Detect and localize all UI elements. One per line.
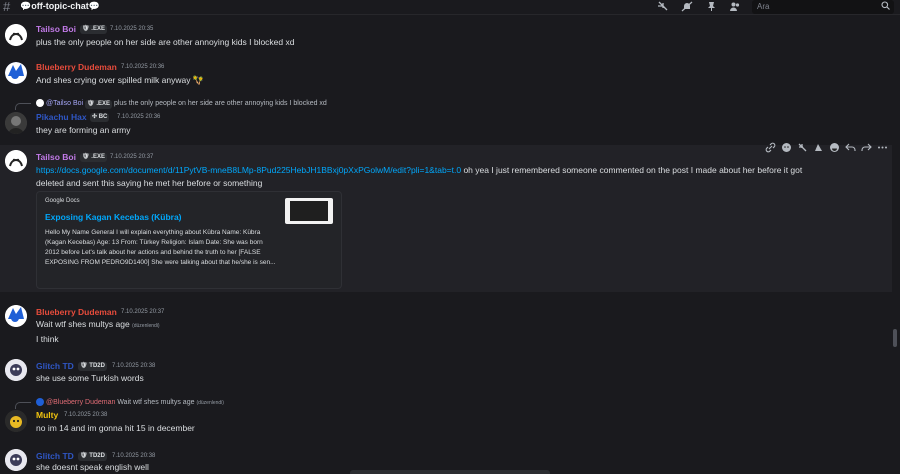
role-badge: 🛡 .EXE: [80, 25, 107, 34]
react-icon-3[interactable]: [813, 142, 824, 156]
add-reaction-icon[interactable]: [829, 142, 840, 156]
mute-bell-icon[interactable]: [680, 1, 694, 13]
message-text-after-link: oh yea I just remembered someone comment…: [461, 165, 803, 175]
google-docs-link[interactable]: https://docs.google.com/document/d/11Pyt…: [36, 165, 461, 175]
username[interactable]: Tailso Boi: [36, 152, 76, 162]
embed-thumbnail[interactable]: [285, 198, 333, 224]
search-input[interactable]: Ara: [752, 0, 894, 14]
avatar[interactable]: [5, 24, 27, 46]
avatar[interactable]: [5, 305, 27, 327]
timestamp: 7.10.2025 20:38: [112, 453, 156, 459]
username[interactable]: Blueberry Dudeman: [36, 307, 117, 317]
timestamp: 7.10.2025 20:38: [112, 363, 156, 369]
link-embed[interactable]: Google Docs Exposing Kagan Kecebas (Kübr…: [36, 191, 342, 289]
embed-thumbnail-inner: [290, 201, 328, 221]
message-text: she doesnt speak english well: [36, 462, 149, 472]
more-icon[interactable]: [877, 142, 888, 156]
reply-avatar: [36, 398, 44, 406]
reply-username: @Blueberry Dudeman: [46, 398, 116, 406]
reply-username: @Tailso Boi: [46, 99, 84, 107]
message-action-toolbar: [762, 140, 890, 158]
reply-text: plus the only people on her side are oth…: [113, 99, 327, 107]
edited-tag: (düzenlendi): [132, 323, 160, 329]
channel-header: # 💬off-topic-chat💬 Ara: [0, 0, 900, 14]
role-badge: 🛡 TD2D: [78, 362, 107, 371]
timestamp: 7.10.2025 20:38: [64, 412, 108, 418]
timestamp: 7.10.2025 20:37: [110, 154, 154, 160]
hash-icon: #: [3, 0, 11, 14]
message-text: Wait wtf shes multys age: [36, 319, 130, 329]
composer-edge: [350, 470, 550, 474]
copy-link-icon[interactable]: [765, 142, 776, 156]
timestamp: 7.10.2025 20:36: [121, 64, 165, 70]
message-item: Tailso Boi 🛡 .EXE 7.10.2025 20:35 plus t…: [0, 22, 892, 52]
embed-title[interactable]: Exposing Kagan Kecebas (Kübra): [45, 212, 182, 222]
message-text-line1: Wait wtf shes multys age (düzenlendi): [36, 319, 160, 329]
scrollbar-thumb[interactable]: [893, 329, 897, 347]
search-placeholder: Ara: [757, 2, 770, 11]
channel-name: 💬off-topic-chat💬: [20, 1, 100, 11]
message-item: @Blueberry Dudeman Wait wtf shes multys …: [0, 397, 892, 439]
message-text: plus the only people on her side are oth…: [36, 37, 295, 47]
embed-description: Hello My Name General I will explain eve…: [45, 229, 276, 266]
avatar[interactable]: [5, 410, 27, 432]
message-text: And shes crying over spilled milk anyway…: [36, 75, 204, 85]
avatar[interactable]: [5, 449, 27, 471]
username[interactable]: Glitch TD: [36, 451, 74, 461]
timestamp: 7.10.2025 20:37: [121, 309, 165, 315]
role-badge: 🛡 .EXE: [80, 153, 107, 162]
header-toolbar: [656, 1, 742, 13]
message-text-line1: https://docs.google.com/document/d/11Pyt…: [36, 165, 802, 175]
role-badge: ✣ BC: [90, 113, 110, 122]
avatar[interactable]: [5, 112, 27, 134]
username[interactable]: Blueberry Dudeman: [36, 62, 117, 72]
reply-preview[interactable]: @Blueberry Dudeman Wait wtf shes multys …: [36, 398, 224, 406]
avatar[interactable]: [5, 150, 27, 172]
role-badge: 🛡 TD2D: [78, 452, 107, 461]
reply-icon[interactable]: [844, 142, 856, 156]
forward-icon[interactable]: [860, 142, 872, 156]
message-text-line2: deleted and sent this saying he met her …: [36, 178, 263, 188]
username[interactable]: Pikachu Hax: [36, 112, 87, 122]
message-item: Blueberry Dudeman 7.10.2025 20:36 And sh…: [0, 60, 892, 90]
reply-edited-tag: (düzenlendi): [196, 399, 224, 406]
react-icon-2[interactable]: [797, 142, 808, 156]
reply-avatar: [36, 99, 44, 107]
search-icon: [881, 0, 890, 14]
reply-preview[interactable]: @Tailso Boi 🛡 .EXE plus the only people …: [36, 99, 327, 109]
members-icon[interactable]: [728, 1, 742, 13]
message-item: Blueberry Dudeman 7.10.2025 20:37 Wait w…: [0, 305, 892, 347]
embed-provider: Google Docs: [45, 198, 80, 204]
react-icon-1[interactable]: [781, 142, 792, 156]
reply-connector: [15, 103, 31, 110]
header-divider: [0, 14, 900, 15]
message-item: @Tailso Boi 🛡 .EXE plus the only people …: [0, 98, 892, 140]
message-text: she use some Turkish words: [36, 373, 144, 383]
message-text: they are forming an army: [36, 125, 131, 135]
username[interactable]: Tailso Boi: [36, 24, 76, 34]
pin-icon[interactable]: [704, 1, 718, 13]
timestamp: 7.10.2025 20:35: [110, 26, 154, 32]
reply-connector: [15, 402, 31, 409]
message-text: no im 14 and im gonna hit 15 in december: [36, 423, 195, 433]
avatar[interactable]: [5, 62, 27, 84]
reply-text: Wait wtf shes multys age: [117, 398, 195, 406]
reply-badge: 🛡 .EXE: [85, 99, 112, 109]
message-item: Glitch TD 🛡 TD2D 7.10.2025 20:38 she use…: [0, 359, 892, 389]
username[interactable]: Multy: [36, 410, 58, 420]
username[interactable]: Glitch TD: [36, 361, 74, 371]
avatar[interactable]: [5, 359, 27, 381]
timestamp: 7.10.2025 20:36: [117, 114, 161, 120]
message-text-line2: I think: [36, 334, 59, 344]
threads-icon[interactable]: [656, 1, 670, 13]
